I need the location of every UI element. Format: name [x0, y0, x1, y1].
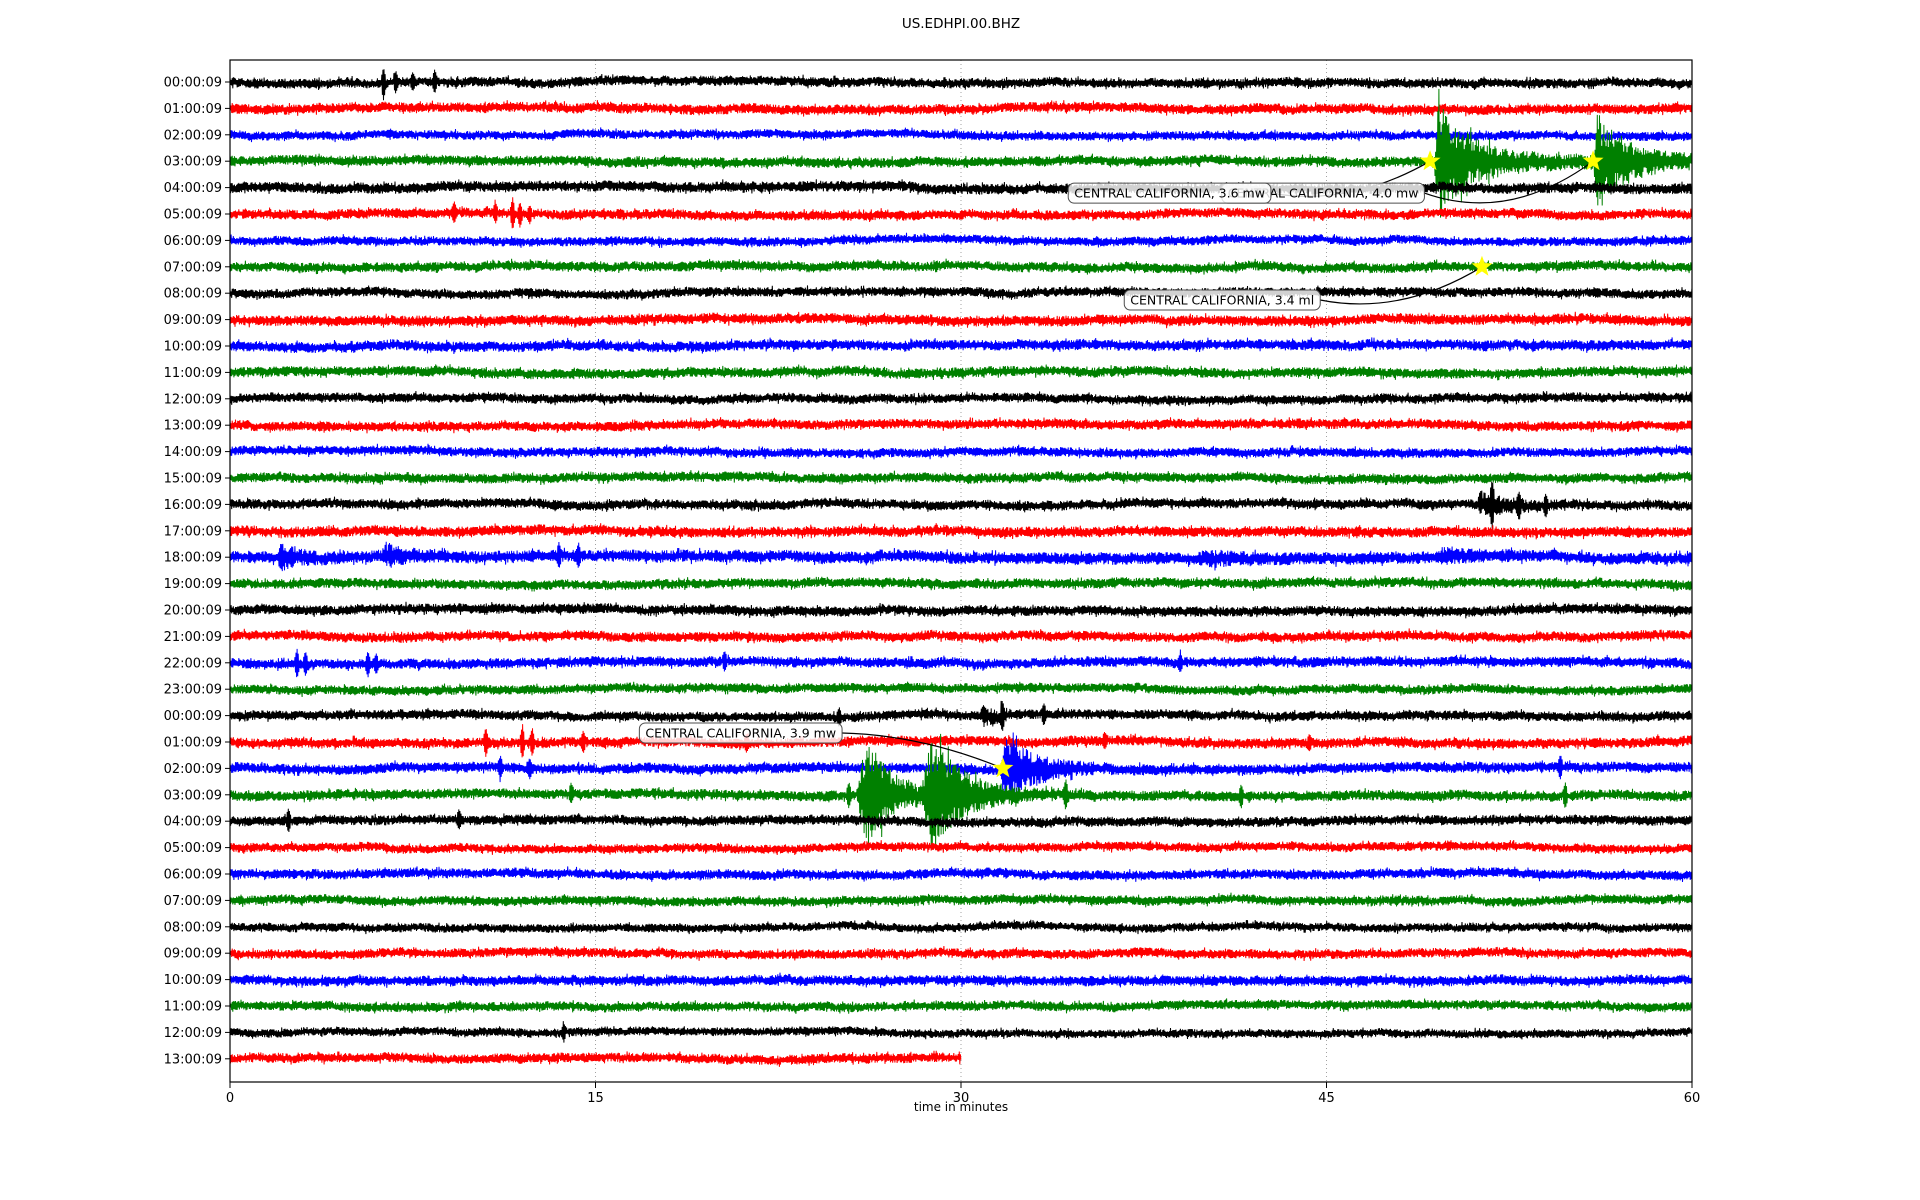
- y-tick-label: 08:00:09: [164, 287, 222, 302]
- y-tick-label: 13:00:09: [164, 419, 222, 434]
- y-tick-label: 08:00:09: [164, 920, 222, 935]
- trace-row-8: [229, 285, 1693, 301]
- trace-row-14: [229, 443, 1693, 460]
- y-tick-label: 11:00:09: [164, 1000, 222, 1015]
- trace-row-6: [229, 232, 1693, 248]
- trace-row-9: [229, 311, 1693, 329]
- trace-row-18: [229, 541, 1693, 572]
- y-tick-label: 22:00:09: [164, 656, 222, 671]
- y-tick-label: 07:00:09: [164, 894, 222, 909]
- event-leader-line: [1320, 266, 1483, 305]
- y-tick-label: 11:00:09: [164, 366, 222, 381]
- y-tick-label: 09:00:09: [164, 313, 222, 328]
- trace-row-23: [229, 681, 1693, 698]
- trace-row-13: [229, 417, 1693, 434]
- helicorder-plot: 00:00:09 01:00:09 02:00:09 03:00:09 04:00:09…: [164, 59, 1700, 1106]
- trace-row-27: [229, 733, 1693, 849]
- trace-row-31: [229, 892, 1693, 909]
- trace-row-10: [229, 337, 1693, 355]
- y-tick-label: 01:00:09: [164, 736, 222, 751]
- x-axis-label: time in minutes: [913, 1100, 1009, 1114]
- y-tick-label: 17:00:09: [164, 524, 222, 539]
- trace-row-0: [229, 69, 1693, 101]
- y-tick-label: 02:00:09: [164, 128, 222, 143]
- trace-row-19: [229, 575, 1693, 592]
- trace-row-21: [229, 628, 1693, 644]
- trace-row-22: [229, 648, 1693, 678]
- y-tick-label: 16:00:09: [164, 498, 222, 513]
- y-tick-label: 00:00:09: [164, 76, 222, 91]
- y-tick-label: 13:00:09: [164, 1052, 222, 1067]
- y-tick-label: 09:00:09: [164, 947, 222, 962]
- y-tick-label: 00:00:09: [164, 709, 222, 724]
- y-tick-label: 15:00:09: [164, 472, 222, 487]
- y-tick-label: 10:00:09: [164, 340, 222, 355]
- y-tick-label: 12:00:09: [164, 392, 222, 407]
- y-tick-label: 01:00:09: [164, 102, 222, 117]
- event-label: CENTRAL CALIFORNIA, 3.9 mw: [638, 722, 843, 744]
- trace-row-1: [229, 100, 1693, 117]
- trace-row-24: [229, 700, 1693, 731]
- trace-row-5: [229, 197, 1693, 229]
- y-tick-label: 10:00:09: [164, 973, 222, 988]
- event-label: CENTRAL CALIFORNIA, 3.4 ml: [1123, 289, 1321, 311]
- y-tick-label: 07:00:09: [164, 260, 222, 275]
- event-label-text: CENTRAL CALIFORNIA, 3.4 ml: [1130, 293, 1314, 308]
- seismogram-figure: US.EDHPI.00.BHZ 00:00:09 01:00:09 02:00:09…: [0, 0, 1920, 1200]
- trace-row-32: [229, 919, 1693, 935]
- y-tick-label: 05:00:09: [164, 841, 222, 856]
- y-tick-label: 12:00:09: [164, 1026, 222, 1041]
- y-tick-label: 02:00:09: [164, 762, 222, 777]
- y-tick-label: 18:00:09: [164, 551, 222, 566]
- trace-row-34: [229, 972, 1693, 988]
- y-tick-label: 05:00:09: [164, 208, 222, 223]
- event-label-text: CENTRAL CALIFORNIA, 3.6 mw: [1074, 186, 1265, 201]
- y-tick-label: 20:00:09: [164, 604, 222, 619]
- event-label: CENTRAL CALIFORNIA, 3.6 mw: [1067, 182, 1272, 204]
- y-tick-label: 03:00:09: [164, 155, 222, 170]
- y-tick-label: 06:00:09: [164, 234, 222, 249]
- y-tick-label: 06:00:09: [164, 868, 222, 883]
- y-tick-label: 04:00:09: [164, 815, 222, 830]
- y-tick-label: 14:00:09: [164, 445, 222, 460]
- trace-row-11: [229, 364, 1693, 381]
- y-tick-label: 23:00:09: [164, 683, 222, 698]
- y-tick-label: 19:00:09: [164, 577, 222, 592]
- event-star-icon: [1471, 255, 1493, 276]
- trace-row-4: [229, 179, 1693, 197]
- y-tick-label: 21:00:09: [164, 630, 222, 645]
- y-tick-label: 03:00:09: [164, 788, 222, 803]
- event-label-text: CENTRAL CALIFORNIA, 3.9 mw: [645, 725, 836, 740]
- y-tick-label: 04:00:09: [164, 181, 222, 196]
